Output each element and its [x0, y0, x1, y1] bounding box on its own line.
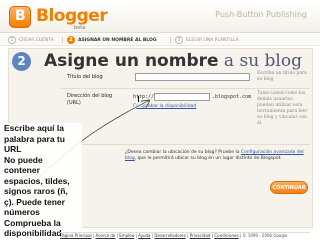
annotation-line: URL — [4, 144, 22, 154]
footer-link-jobs[interactable]: Empleo — [119, 233, 134, 238]
annotation-line: signos raros (ñ, — [4, 186, 68, 196]
footer-link-privacy[interactable]: Privacidad — [190, 233, 211, 238]
instruction-annotation: Escribe aquí la palabra para tu URL No p… — [4, 123, 82, 239]
annotation-line: números — [4, 207, 40, 217]
copyright: © 1999 - 2006 Google — [242, 233, 288, 238]
footer-links: Página Principal | Acerca de | Empleo | … — [60, 232, 310, 238]
footer-link-terms[interactable]: Condiciones — [214, 233, 238, 238]
footer-link-help[interactable]: Ayuda — [138, 233, 150, 238]
footer-link-home[interactable]: Página Principal — [60, 233, 92, 238]
annotation-line: palabra para tu — [4, 133, 65, 144]
annotation-line: espacios, tildes, — [4, 175, 70, 186]
footer-link-developers[interactable]: Desarrolladores — [154, 233, 185, 238]
footer-link-about[interactable]: Acerca de — [96, 233, 116, 238]
annotation-line: Comprueba la — [4, 217, 61, 228]
annotation-line: ç). Puede tener — [4, 196, 65, 207]
annotation-line: Escribe aquí la — [4, 123, 64, 133]
annotation-line: contener — [4, 165, 40, 175]
annotation-line: No puede — [4, 154, 43, 165]
